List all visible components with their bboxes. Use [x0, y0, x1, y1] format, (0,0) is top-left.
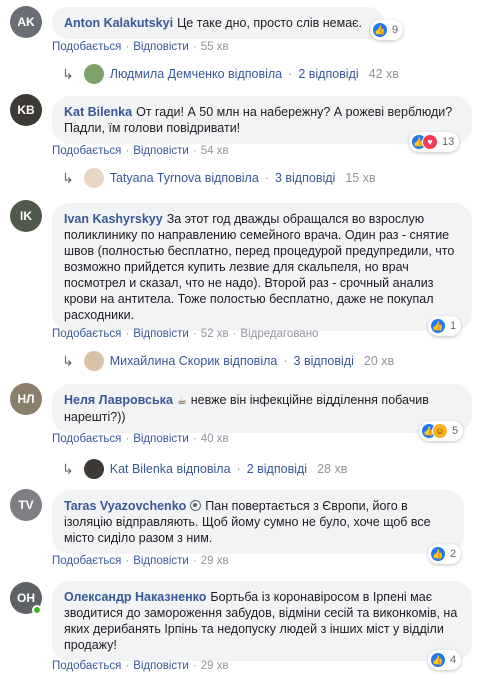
- reaction-summary[interactable]: 👍 9: [370, 20, 404, 40]
- comment-author[interactable]: Неля Лавровська: [64, 393, 173, 407]
- like-link[interactable]: Подобається: [52, 328, 121, 340]
- reaction-count: 13: [442, 136, 455, 148]
- edited-label[interactable]: Відредаговано: [240, 328, 318, 340]
- reply-time: 20 хв: [363, 354, 395, 368]
- like-reaction-icon: 👍: [430, 652, 446, 668]
- replier-avatar: [83, 168, 104, 188]
- comment-actions: Подобається · Відповісти · 29 хв: [52, 555, 229, 567]
- like-link[interactable]: Подобається: [52, 433, 121, 445]
- avatar[interactable]: НЛ: [10, 383, 42, 415]
- haha-reaction-icon: ☺: [432, 423, 448, 439]
- reply-count: 3 відповіді: [293, 354, 354, 368]
- replies-link[interactable]: ↳ Людмила Демченко відповіла · 2 відповіді…: [62, 64, 399, 84]
- replier-name: Tatyana Tyrnova відповіла: [109, 171, 259, 185]
- like-link[interactable]: Подобається: [52, 660, 121, 672]
- reply-link[interactable]: Відповісти: [133, 555, 189, 567]
- love-reaction-icon: ♥: [422, 134, 438, 150]
- comment-bubble: Ivan Kashyrskyy За этот год дважды обраща…: [52, 203, 472, 331]
- timestamp[interactable]: 55 хв: [201, 41, 229, 53]
- reaction-count: 9: [392, 24, 399, 36]
- timestamp[interactable]: 40 хв: [201, 433, 229, 445]
- reaction-summary[interactable]: 👍 4: [428, 650, 462, 670]
- reply-count: 2 відповіді: [298, 67, 359, 81]
- online-status-dot: [32, 605, 42, 615]
- badge-icon: [190, 500, 202, 511]
- like-link[interactable]: Подобається: [52, 41, 121, 53]
- reply-time: 15 хв: [345, 171, 376, 185]
- avatar[interactable]: AK: [10, 6, 42, 38]
- coffee-icon: ☕: [176, 395, 187, 407]
- reply-link[interactable]: Відповісти: [133, 41, 189, 53]
- like-link[interactable]: Подобається: [52, 555, 121, 567]
- reply-arrow-icon: ↳: [62, 352, 74, 369]
- reply-link[interactable]: Відповісти: [133, 145, 189, 157]
- comment-actions: Подобається · Відповісти · 40 хв: [52, 433, 229, 445]
- comment-bubble: Taras Vyazovchenko Пан повертається з Євр…: [52, 490, 464, 554]
- reply-time: 42 хв: [368, 67, 399, 81]
- reply-link[interactable]: Відповісти: [133, 660, 189, 672]
- reply-count: 2 відповіді: [246, 462, 308, 476]
- reaction-count: 4: [450, 654, 457, 666]
- reply-time: 28 хв: [317, 462, 348, 476]
- comment-author[interactable]: Anton Kalakutskyi: [64, 16, 173, 30]
- reaction-count: 2: [450, 548, 457, 560]
- avatar[interactable]: KB: [10, 94, 42, 126]
- reply-arrow-icon: ↳: [62, 460, 74, 477]
- like-reaction-icon: 👍: [430, 546, 446, 562]
- reaction-count: 5: [452, 425, 459, 437]
- avatar[interactable]: IK: [10, 200, 42, 232]
- comment-author[interactable]: Taras Vyazovchenko: [64, 499, 186, 513]
- comment-bubble: Олександр Наказненко Бортьба із коронавір…: [52, 581, 472, 661]
- timestamp[interactable]: 52 хв: [201, 328, 229, 340]
- reaction-summary[interactable]: 👍 2: [428, 544, 462, 564]
- comment-actions: Подобається · Відповісти · 29 хв: [52, 660, 229, 672]
- replies-link[interactable]: ↳ Tatyana Tyrnova відповіла · 3 відповіді …: [62, 168, 376, 188]
- like-link[interactable]: Подобається: [52, 145, 121, 157]
- reaction-count: 1: [450, 320, 457, 332]
- like-reaction-icon: 👍: [430, 318, 446, 334]
- comment-actions: Подобається · Відповісти · 55 хв: [52, 41, 229, 53]
- timestamp[interactable]: 29 хв: [201, 555, 229, 567]
- reply-arrow-icon: ↳: [62, 65, 74, 82]
- comment-actions: Подобається · Відповісти · 54 хв: [52, 145, 229, 157]
- comment-bubble: Неля Лавровська ☕ невже він інфекційне від…: [52, 384, 472, 433]
- replier-name: Михайлина Скорик відповіла: [109, 354, 278, 368]
- timestamp[interactable]: 54 хв: [201, 145, 229, 157]
- replier-name: Kat Bilenka відповіла: [109, 462, 231, 476]
- replier-avatar: [83, 64, 104, 84]
- comment-author[interactable]: Олександр Наказненко: [64, 590, 206, 604]
- replies-link[interactable]: ↳ Kat Bilenka відповіла · 2 відповіді 28 х…: [62, 459, 347, 479]
- replier-name: Людмила Демченко відповіла: [109, 67, 283, 81]
- reaction-summary[interactable]: 👍 ♥ 13: [409, 132, 460, 152]
- like-reaction-icon: 👍: [372, 22, 388, 38]
- timestamp[interactable]: 29 хв: [201, 660, 229, 672]
- replier-avatar: [83, 459, 104, 479]
- reply-link[interactable]: Відповісти: [133, 328, 189, 340]
- reply-count: 3 відповіді: [274, 171, 336, 185]
- replier-avatar: [83, 351, 104, 371]
- reply-arrow-icon: ↳: [62, 169, 74, 186]
- comment-author[interactable]: Ivan Kashyrskyy: [64, 212, 163, 226]
- comment-text: За этот год дважды обращался во взрослую…: [64, 212, 455, 322]
- replies-link[interactable]: ↳ Михайлина Скорик відповіла · 3 відповіді…: [62, 351, 394, 371]
- comment-actions: Подобається · Відповісти · 52 хв · Відредагова…: [52, 328, 319, 340]
- comment-text: Це таке дно, просто слів немає.: [177, 16, 363, 30]
- reaction-summary[interactable]: 👍 ☺ 5: [419, 421, 464, 441]
- reply-link[interactable]: Відповісти: [133, 433, 189, 445]
- comment-author[interactable]: Kat Bilenka: [64, 105, 132, 119]
- comment-bubble: Anton Kalakutskyi Це таке дно, просто слі…: [52, 7, 384, 39]
- reaction-summary[interactable]: 👍 1: [428, 316, 462, 336]
- avatar[interactable]: TV: [10, 489, 42, 521]
